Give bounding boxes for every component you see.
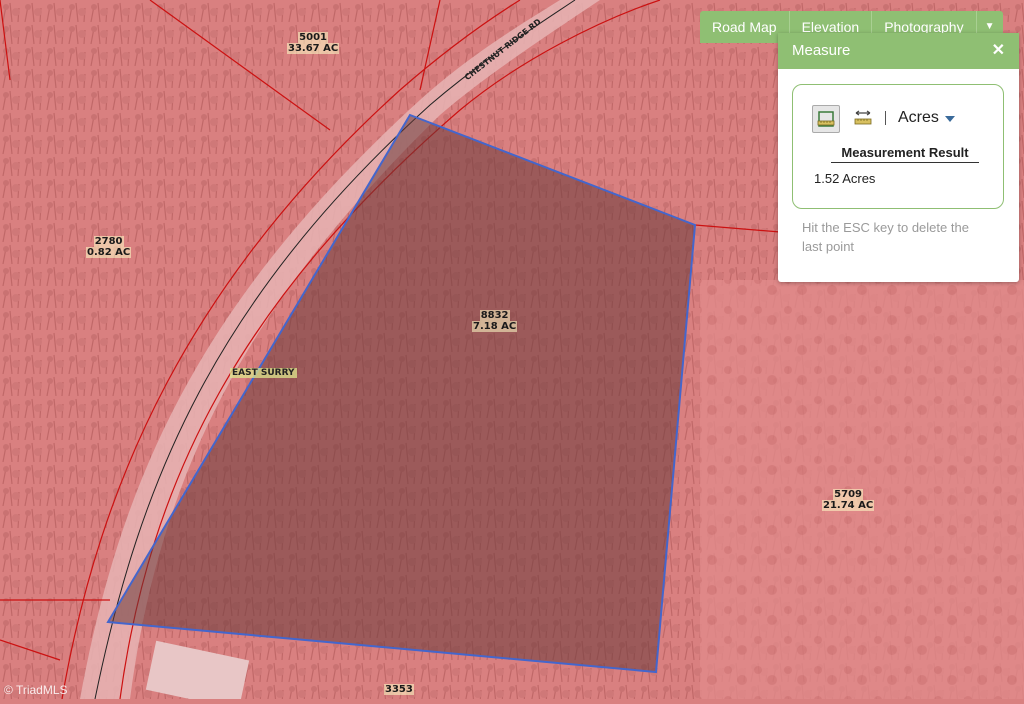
distance-measure-icon [854, 110, 872, 125]
parcel-label-8832: 8832 7.18 AC [472, 310, 518, 332]
parcel-label-3353: 3353 [384, 684, 414, 695]
parcel-label-5001: 5001 33.67 AC [287, 32, 340, 54]
caret-down-icon[interactable] [945, 116, 955, 122]
area-measure-icon [817, 111, 835, 127]
distance-tool-button[interactable] [850, 105, 878, 133]
measure-header: Measure ✕ [778, 33, 1019, 69]
area-label: EAST SURRY [230, 368, 297, 378]
tab-road-map[interactable]: Road Map [700, 11, 790, 43]
measure-title: Measure [792, 42, 851, 59]
unit-select[interactable]: Acres [898, 109, 939, 127]
close-icon[interactable]: ✕ [992, 33, 1005, 69]
area-tool-button[interactable] [812, 105, 840, 133]
result-title: Measurement Result [831, 145, 979, 163]
measure-hint: Hit the ESC key to delete the last point [802, 220, 969, 254]
result-value: 1.52 Acres [814, 171, 876, 186]
watermark: © TriadMLS [4, 683, 68, 697]
measure-box: Acres Measurement Result 1.52 Acres [792, 84, 1004, 209]
parcel-label-2780: 2780 0.82 AC [86, 236, 132, 258]
parcel-label-5709: 5709 21.74 AC [822, 489, 875, 511]
measure-panel: Measure ✕ Acres Measurement Result 1.52 … [778, 33, 1019, 282]
unit-separator [885, 111, 886, 125]
